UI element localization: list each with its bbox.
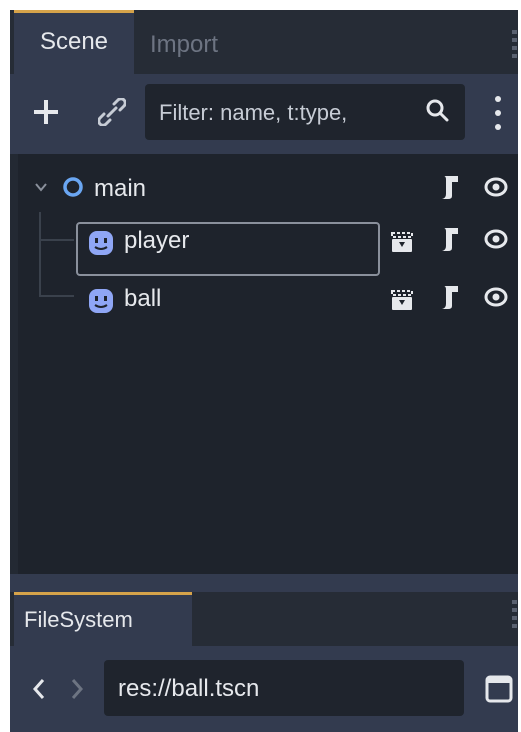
screenshot-margin-left <box>0 0 10 732</box>
node-icon <box>63 177 83 197</box>
character-body-icon <box>89 231 113 255</box>
character-body-icon <box>89 289 113 313</box>
back-icon[interactable] <box>30 676 48 702</box>
visibility-icon[interactable] <box>484 228 508 250</box>
clapboard-icon[interactable] <box>390 288 414 312</box>
visibility-icon[interactable] <box>484 286 508 308</box>
script-icon[interactable] <box>438 284 460 310</box>
dock-grip-icon[interactable] <box>512 600 517 630</box>
tree-row-ball[interactable]: ball <box>18 272 518 324</box>
selection-outline <box>76 222 380 276</box>
chevron-down-icon[interactable] <box>34 180 48 194</box>
toggle-split-mode-icon[interactable] <box>484 674 514 704</box>
clapboard-icon[interactable] <box>390 230 414 254</box>
dock-separator[interactable] <box>10 574 518 592</box>
path-field[interactable] <box>104 660 464 718</box>
script-icon[interactable] <box>438 174 460 200</box>
forward-icon[interactable] <box>68 676 86 702</box>
path-input[interactable] <box>116 660 450 718</box>
tab-filesystem[interactable]: FileSystem <box>14 592 192 646</box>
tree-item-label: player <box>124 227 190 254</box>
script-icon[interactable] <box>438 226 460 252</box>
tree-row-player[interactable]: player <box>18 214 518 276</box>
screenshot-margin-top <box>0 0 521 10</box>
tree-item-label: ball <box>124 285 162 312</box>
tree-row-main[interactable]: main <box>18 162 518 214</box>
visibility-icon[interactable] <box>484 176 508 198</box>
tree-item-label: main <box>94 175 147 202</box>
